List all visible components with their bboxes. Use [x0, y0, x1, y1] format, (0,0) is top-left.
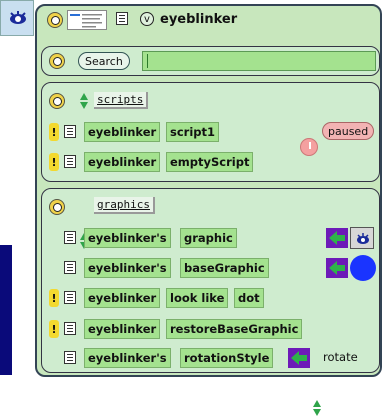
tile-argument[interactable]: dot: [234, 288, 264, 308]
tile-property-basegraphic[interactable]: baseGraphic: [180, 258, 269, 278]
tile-object-label: eyeblinker's: [88, 351, 167, 365]
tile-script-name[interactable]: script1: [166, 122, 220, 142]
search-button-label: Search: [85, 54, 123, 68]
tile-property-label: graphic: [184, 231, 233, 245]
menu-icon[interactable]: [64, 351, 76, 364]
graphics-menu-button[interactable]: [49, 199, 65, 215]
tile-object[interactable]: eyeblinker: [84, 288, 161, 308]
exclamation-icon[interactable]: !: [49, 320, 59, 338]
tile-object[interactable]: eyeblinker: [84, 122, 161, 142]
search-panel-menu-button[interactable]: [49, 53, 65, 69]
variable-button[interactable]: v: [140, 12, 154, 26]
tile-object[interactable]: eyeblinker: [84, 152, 161, 172]
object-name: eyeblinker: [160, 12, 238, 27]
tile-property-rotationstyle[interactable]: rotationStyle: [180, 348, 274, 368]
menu-icon[interactable]: [116, 12, 128, 25]
clock-icon[interactable]: [300, 138, 318, 156]
menu-icon[interactable]: [64, 125, 76, 138]
tile-object-label: eyeblinker: [88, 125, 157, 139]
tile-property-label: baseGraphic: [184, 261, 265, 275]
tile-command-restore[interactable]: restoreBaseGraphic: [166, 319, 303, 339]
green-left-arrow-icon[interactable]: [326, 228, 348, 248]
status-label: paused: [328, 124, 369, 138]
menu-icon[interactable]: [64, 322, 76, 335]
category-label-scripts[interactable]: scripts: [94, 92, 149, 109]
exclamation-icon[interactable]: !: [49, 123, 59, 141]
tile-property-label: rotationStyle: [184, 351, 270, 365]
viewer-menu-button[interactable]: [47, 12, 63, 28]
tile-object[interactable]: eyeblinker's: [84, 348, 171, 368]
tile-object[interactable]: eyeblinker: [84, 319, 161, 339]
status-badge[interactable]: paused: [322, 122, 375, 140]
tile-command-label: restoreBaseGraphic: [170, 322, 299, 336]
tile-object[interactable]: eyeblinker's: [84, 228, 171, 248]
graphics-category-panel: [41, 188, 380, 373]
tile-object-label: eyeblinker: [88, 291, 157, 305]
tile-argument-label: dot: [238, 291, 260, 305]
eye-icon: [357, 233, 369, 244]
graphic-value-swatch[interactable]: [350, 227, 374, 249]
eyeblinker-thumbnail[interactable]: [0, 0, 34, 36]
green-left-arrow-icon[interactable]: [288, 348, 310, 368]
tile-object-label: eyeblinker: [88, 322, 157, 336]
search-input[interactable]: [142, 51, 376, 71]
eye-icon: [10, 11, 26, 24]
tile-script-name[interactable]: emptyScript: [166, 152, 254, 172]
tile-object[interactable]: eyeblinker's: [84, 258, 171, 278]
category-label-graphics[interactable]: graphics: [94, 197, 155, 214]
tile-object-label: eyeblinker's: [88, 231, 167, 245]
up-down-arrows-icon[interactable]: [80, 93, 88, 109]
scripts-menu-button[interactable]: [49, 93, 65, 109]
green-left-arrow-icon[interactable]: [326, 258, 348, 278]
text-cursor: [147, 54, 148, 68]
blue-dot-icon[interactable]: [350, 255, 376, 281]
menu-icon[interactable]: [64, 231, 76, 244]
search-button[interactable]: Search: [78, 52, 130, 70]
tile-property-graphic[interactable]: graphic: [180, 228, 237, 248]
world-object-blue: [0, 245, 12, 375]
tile-script-label: emptyScript: [170, 155, 250, 169]
tile-command-look-like[interactable]: look like: [166, 288, 229, 308]
tile-script-label: script1: [170, 125, 216, 139]
menu-icon[interactable]: [64, 291, 76, 304]
tile-command-label: look like: [170, 291, 225, 305]
rotation-style-value[interactable]: rotate: [323, 350, 358, 364]
up-down-arrows-icon[interactable]: [313, 400, 321, 416]
menu-icon[interactable]: [64, 155, 76, 168]
exclamation-icon[interactable]: !: [49, 153, 59, 171]
exclamation-icon[interactable]: !: [49, 289, 59, 307]
v-label: v: [144, 13, 150, 25]
tile-object-label: eyeblinker's: [88, 261, 167, 275]
menu-icon[interactable]: [64, 261, 76, 274]
object-thumbnail[interactable]: [67, 10, 107, 30]
list-thumb-icon: [70, 14, 102, 28]
tile-object-label: eyeblinker: [88, 155, 157, 169]
